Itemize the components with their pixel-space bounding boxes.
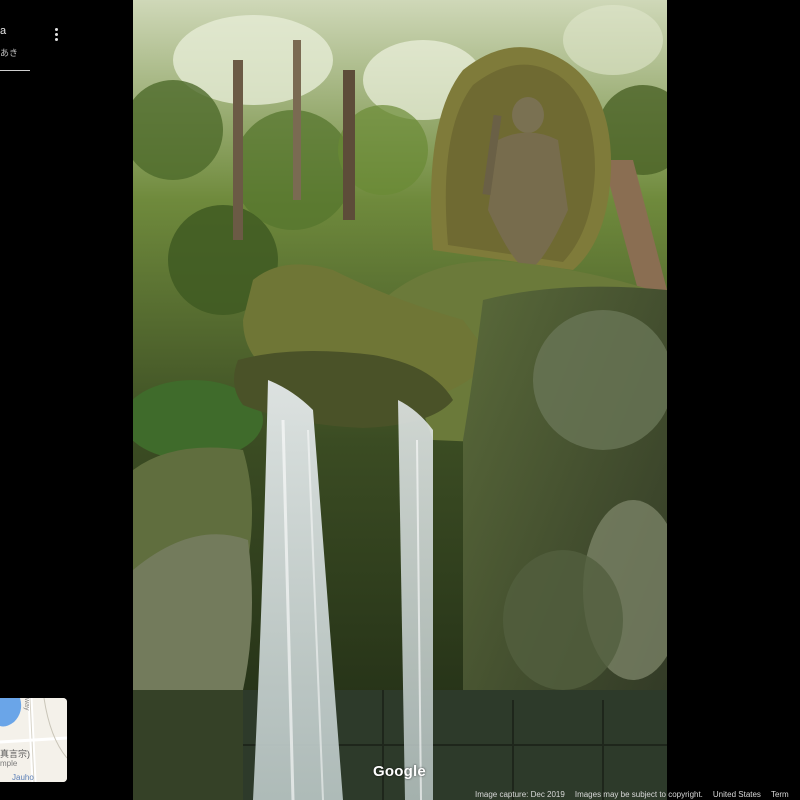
more-vert-icon-dot [54, 37, 58, 41]
more-vert-icon-dot [54, 32, 58, 36]
minimap-road-label: way [23, 698, 30, 711]
copyright-notice[interactable]: Images may be subject to copyright. [571, 790, 709, 799]
waterfall-shrine-scene [133, 0, 667, 800]
minimap-place-label-secondary: mple [0, 759, 18, 768]
minimap-map-graphic [0, 698, 67, 782]
panorama-image[interactable] [133, 0, 667, 800]
place-title: a [0, 25, 7, 37]
more-vert-icon [54, 27, 58, 31]
street-view-viewer[interactable]: a あき way 真言宗) mple Jauho Google Image ca… [0, 0, 800, 800]
google-logo: Google [373, 763, 426, 780]
title-divider [0, 70, 30, 71]
terms-link[interactable]: Term [767, 790, 795, 799]
minimap-area-label: Jauho [12, 773, 34, 782]
image-capture-date: Image capture: Dec 2019 [475, 790, 565, 799]
region-link[interactable]: United States [709, 790, 767, 799]
attribution-footer: Image capture: Dec 2019 Images may be su… [471, 789, 800, 800]
place-subtitle: あき [0, 48, 19, 58]
minimap[interactable]: way 真言宗) mple Jauho [0, 698, 67, 782]
more-options-button[interactable] [49, 24, 63, 44]
